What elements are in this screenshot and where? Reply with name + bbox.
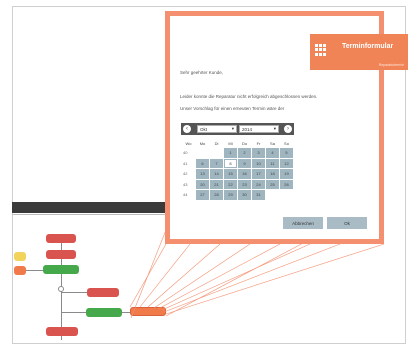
form-title: Terminformular (342, 43, 394, 50)
weekday-header: Mo (199, 140, 206, 146)
calendar-grid: Wo Mo Di Mi Do Fr Sa So 40 1 2 3 4 5 41 6 7 8 9 10 11 12 42 13… (181, 138, 294, 201)
calendar-day[interactable]: 30 (238, 190, 251, 200)
calendar-day[interactable]: 27 (196, 190, 209, 200)
calendar-day[interactable]: 23 (238, 179, 251, 189)
proposal-text: Unser Vorschlag für einen erneuten Termi… (180, 106, 285, 111)
calendar-day[interactable]: 3 (252, 148, 265, 158)
weekday-header: Wo (185, 140, 192, 146)
weekday-header: Mi (228, 140, 233, 146)
calendar-empty-cell (196, 148, 209, 158)
calendar-day[interactable]: 1 (224, 148, 237, 158)
message-text: Leider konnte die Reparatur nicht erfolg… (180, 94, 318, 99)
week-number: 40 (182, 148, 195, 158)
weekday-header: So (284, 140, 289, 146)
calendar-week-row: 42 13 14 15 16 17 18 19 (182, 169, 293, 179)
calendar-day[interactable]: 20 (196, 179, 209, 189)
year-value: 2014 (242, 126, 253, 132)
calendar-week-row: 43 20 21 22 23 24 25 26 (182, 179, 293, 189)
week-number: 44 (182, 190, 195, 200)
calendar-week-row: 40 1 2 3 4 5 (182, 148, 293, 158)
week-number: 42 (182, 169, 195, 179)
calendar-day[interactable]: 19 (280, 169, 293, 179)
calendar-day[interactable]: 2 (238, 148, 251, 158)
calendar-day[interactable]: 14 (210, 169, 223, 179)
year-select[interactable]: 2014 ▾ (239, 125, 279, 133)
calendar-day[interactable]: 28 (210, 190, 223, 200)
chevron-right-icon[interactable]: › (284, 125, 292, 133)
greeting-text: Sehr geehrter Kunde, (180, 70, 224, 75)
month-value: Okt (200, 126, 208, 132)
calendar-day[interactable]: 29 (224, 190, 237, 200)
calendar-day[interactable]: 4 (266, 148, 279, 158)
calendar-day[interactable]: 11 (266, 158, 279, 168)
calendar-day[interactable]: 21 (210, 179, 223, 189)
calendar-day[interactable]: 12 (280, 158, 293, 168)
calendar-day[interactable]: 24 (252, 179, 265, 189)
calendar-day[interactable]: 8 (224, 158, 237, 168)
calendar-day[interactable]: 10 (252, 158, 265, 168)
calendar-empty-cell (266, 190, 279, 200)
calendar-empty-cell (280, 190, 293, 200)
weekday-header: Di (214, 140, 219, 146)
calendar-day[interactable]: 31 (252, 190, 265, 200)
date-picker-header: ‹ Okt ▾ 2014 ▾ › (181, 123, 294, 135)
week-number: 41 (182, 158, 195, 168)
chevron-down-icon: ▾ (273, 126, 276, 131)
calendar-day[interactable]: 13 (196, 169, 209, 179)
calendar-week-row: 44 27 28 29 30 31 (182, 190, 293, 200)
grid-icon (315, 44, 327, 56)
cancel-button[interactable]: Abbrechen (283, 217, 323, 229)
month-select[interactable]: Okt ▾ (197, 125, 237, 133)
form-subtitle: Reparaturtermin (378, 63, 404, 67)
calendar-day[interactable]: 26 (280, 179, 293, 189)
chevron-left-icon[interactable]: ‹ (183, 125, 191, 133)
weekday-header: Do (241, 140, 248, 146)
calendar-day[interactable]: 25 (266, 179, 279, 189)
calendar-week-row: 41 6 7 8 9 10 11 12 (182, 158, 293, 168)
calendar-day[interactable]: 5 (280, 148, 293, 158)
ok-button[interactable]: Ok (327, 217, 367, 229)
calendar-day[interactable]: 18 (266, 169, 279, 179)
week-number: 43 (182, 179, 195, 189)
calendar-day[interactable]: 9 (238, 158, 251, 168)
date-picker[interactable]: ‹ Okt ▾ 2014 ▾ › Wo Mo Di Mi Do Fr Sa So 40 1 2 3 4… (181, 123, 294, 213)
calendar-empty-cell (210, 148, 223, 158)
chevron-down-icon: ▾ (231, 126, 234, 131)
weekday-header: Fr (256, 140, 261, 146)
calendar-day[interactable]: 15 (224, 169, 237, 179)
calendar-day[interactable]: 16 (238, 169, 251, 179)
calendar-day[interactable]: 22 (224, 179, 237, 189)
calendar-day[interactable]: 17 (252, 169, 265, 179)
weekday-header: Sa (270, 140, 275, 146)
calendar-day[interactable]: 7 (210, 158, 223, 168)
form-header: Terminformular Reparaturtermin (310, 34, 408, 70)
calendar-day[interactable]: 6 (196, 158, 209, 168)
